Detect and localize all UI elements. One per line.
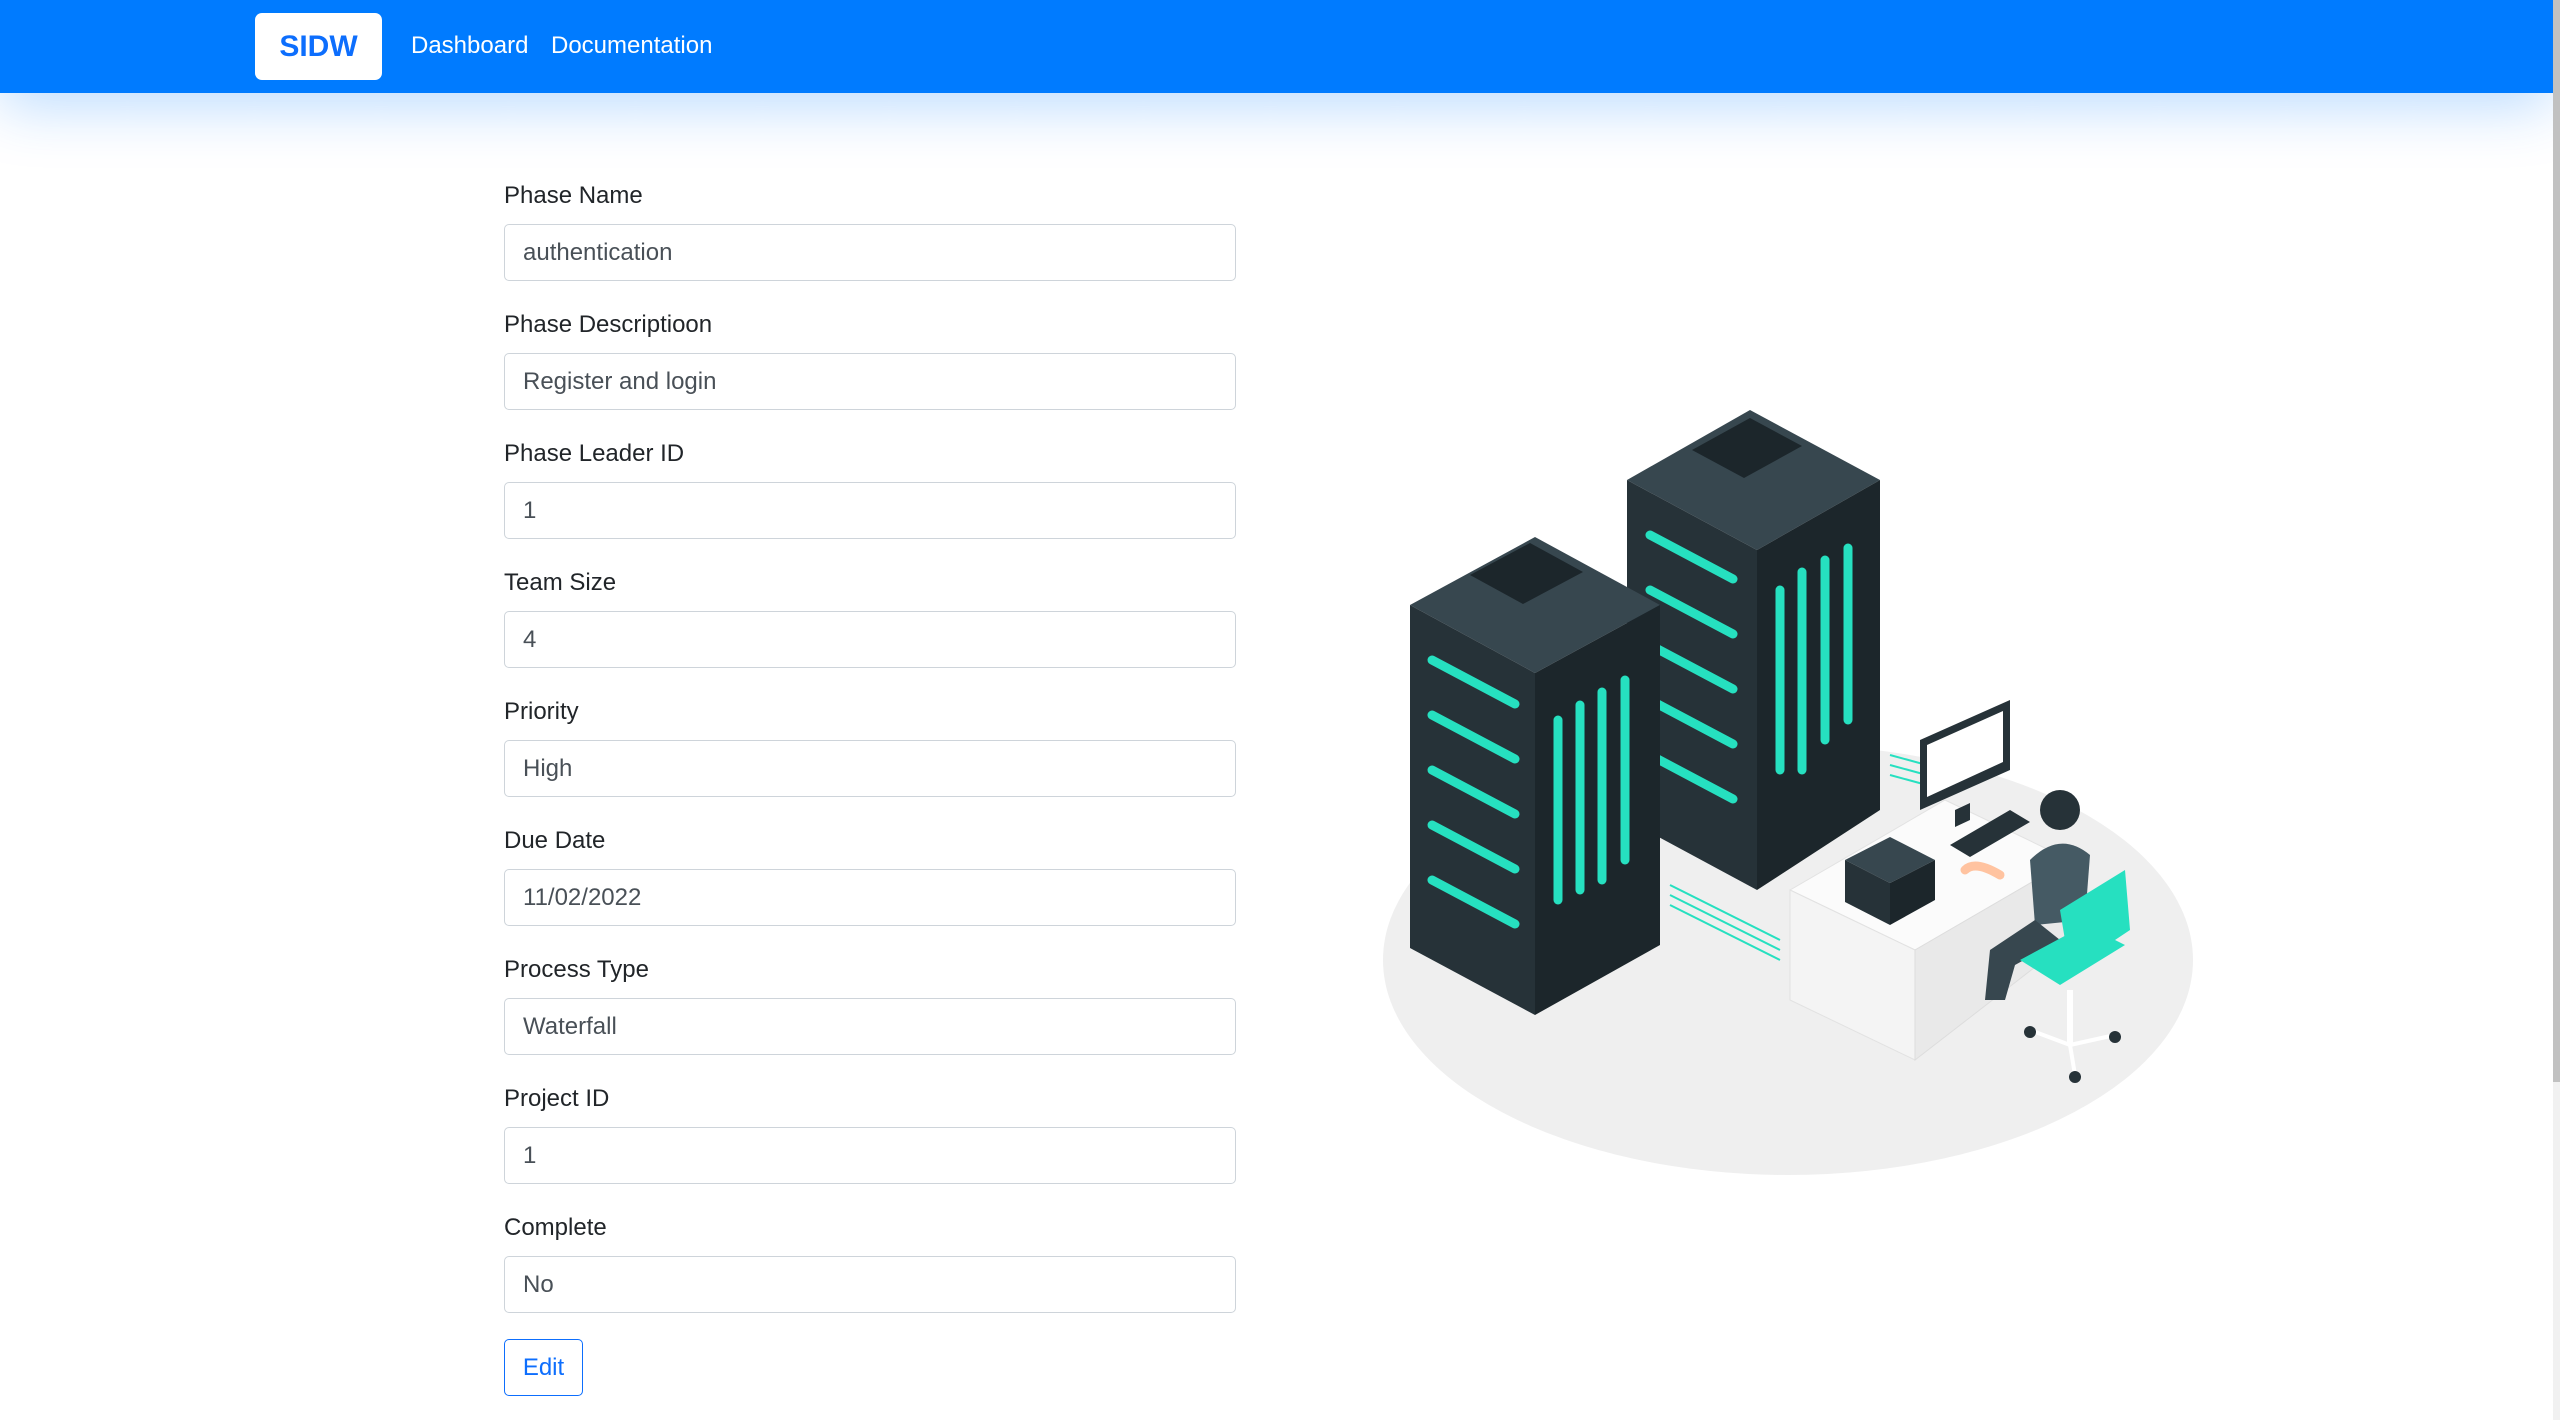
edit-button[interactable]: Edit [504,1339,583,1396]
phase-leader-id-label: Phase Leader ID [504,440,685,467]
priority-input[interactable] [504,740,1236,797]
nav-link-documentation[interactable]: Documentation [551,29,712,63]
phase-name-label: Phase Name [504,182,643,209]
due-date-label: Due Date [504,827,606,854]
process-type-label: Process Type [504,956,649,983]
brand-logo[interactable]: SIDW [255,13,382,80]
process-type-input[interactable] [504,998,1236,1055]
complete-label: Complete [504,1214,607,1241]
phase-name-input[interactable] [504,224,1236,281]
team-size-input[interactable] [504,611,1236,668]
navbar: SIDW Dashboard Documentation [0,0,2553,93]
server-rack-front [1410,537,1660,1015]
phase-description-input[interactable] [504,353,1236,410]
server-room-illustration [1383,410,2193,1175]
phase-leader-id-input[interactable] [504,482,1236,539]
phase-description-label: Phase Descriptioon [504,311,713,338]
scrollbar[interactable] [2553,0,2560,1420]
due-date-input[interactable] [504,869,1236,926]
server-rack-back [1627,410,1880,890]
priority-label: Priority [504,698,579,725]
nav-link-dashboard[interactable]: Dashboard [411,29,528,63]
scrollbar-thumb[interactable] [2553,0,2560,1082]
complete-input[interactable] [504,1256,1236,1313]
project-id-input[interactable] [504,1127,1236,1184]
project-id-label: Project ID [504,1085,610,1112]
team-size-label: Team Size [504,569,617,596]
